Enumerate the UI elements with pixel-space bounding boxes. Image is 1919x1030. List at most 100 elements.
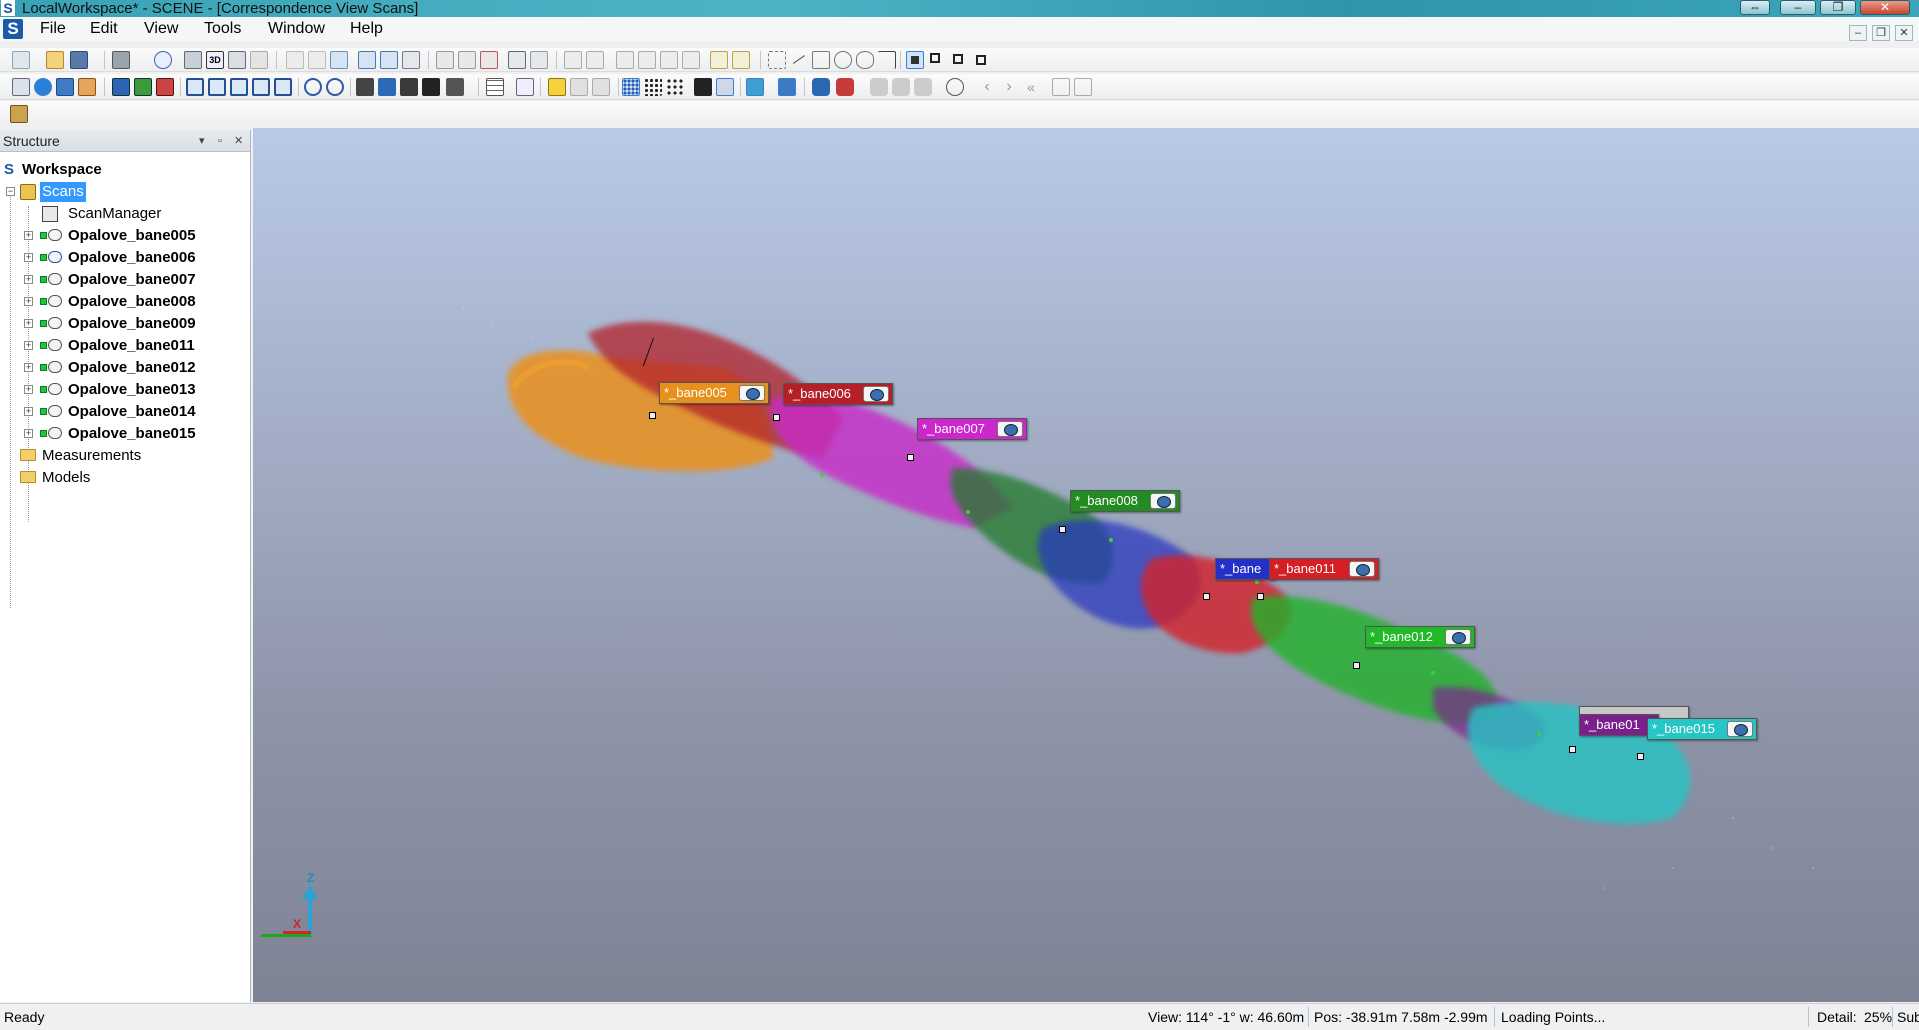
scan-tag-bane007[interactable]: *_bane007 — [917, 418, 1027, 440]
expand-toggle-icon[interactable]: + — [24, 407, 33, 416]
view-right-icon[interactable] — [252, 78, 270, 96]
eye-visibility-icon[interactable] — [863, 386, 889, 402]
share-icon[interactable] — [946, 78, 964, 96]
fullscreen-icon[interactable] — [1052, 78, 1070, 96]
tree-item-scan[interactable]: + Opalove_bane008 — [24, 292, 244, 312]
globe-view-icon[interactable] — [34, 78, 52, 96]
density-full-icon[interactable] — [622, 78, 640, 96]
tree-item-scan[interactable]: + Opalove_bane014 — [24, 402, 244, 422]
ortho-icon[interactable] — [530, 51, 548, 69]
place-scans-icon[interactable] — [436, 51, 454, 69]
scan-anchor-point[interactable] — [1353, 662, 1360, 669]
angle-icon[interactable] — [660, 51, 678, 69]
tag-icon-1[interactable] — [570, 78, 588, 96]
scan-view-icon[interactable] — [184, 51, 202, 69]
eye-visibility-icon[interactable] — [1349, 561, 1375, 577]
mdi-restore-button[interactable]: ❐ — [1872, 25, 1890, 41]
tree-item-scans[interactable]: − Scans — [6, 182, 246, 202]
scan-tag-bane015[interactable]: *_bane015 — [1647, 718, 1757, 740]
save-icon[interactable] — [70, 51, 88, 69]
panel-close-icon[interactable]: ✕ — [234, 130, 243, 152]
clipping-plane-icon[interactable] — [378, 78, 396, 96]
scan-tag-bane011[interactable]: *_bane011 — [1269, 558, 1379, 580]
3d-viewport[interactable]: *_bane005 *_bane006 *_bane007 *_bane008 … — [253, 128, 1919, 1002]
register-icon[interactable] — [458, 51, 476, 69]
network-icon[interactable] — [812, 78, 830, 96]
3d-view-icon[interactable]: 3D — [206, 51, 224, 69]
tree-item-workspace[interactable]: S Workspace — [4, 160, 244, 180]
density-half-icon[interactable] — [644, 78, 662, 96]
copy-icon[interactable] — [286, 51, 304, 69]
scan-tag-bane012[interactable]: *_bane012 — [1365, 626, 1475, 648]
polygon-select-icon[interactable] — [812, 51, 830, 69]
view-front-icon[interactable] — [186, 78, 204, 96]
grid-icon[interactable] — [486, 78, 504, 96]
scan-anchor-point[interactable] — [773, 414, 780, 421]
tree-item-scan[interactable]: + Opalove_bane015 — [24, 424, 244, 444]
point-cloud-icon[interactable] — [56, 78, 74, 96]
workspace-view-icon[interactable] — [358, 51, 376, 69]
scan-anchor-point[interactable] — [1203, 593, 1210, 600]
collapse-toggle-icon[interactable]: − — [6, 187, 15, 196]
first-icon[interactable]: « — [1022, 78, 1040, 96]
previous-icon[interactable]: ‹ — [978, 78, 996, 96]
disabled-icon-2[interactable] — [892, 78, 910, 96]
camera-path-icon[interactable] — [12, 78, 30, 96]
correspondence-view-icon[interactable] — [746, 78, 764, 96]
scan-anchor-point[interactable] — [1637, 753, 1644, 760]
select-icon[interactable] — [564, 51, 582, 69]
tree-item-scan[interactable]: + Opalove_bane012 — [24, 358, 244, 378]
target-icon[interactable] — [586, 51, 604, 69]
hand-navigate-icon[interactable] — [78, 78, 96, 96]
scan-anchor-point[interactable] — [649, 412, 656, 419]
scan-anchor-point[interactable] — [907, 454, 914, 461]
expand-toggle-icon[interactable]: + — [24, 297, 33, 306]
menu-help[interactable]: Help — [346, 17, 387, 41]
eye-visibility-icon[interactable] — [739, 385, 765, 401]
disabled-icon-1[interactable] — [870, 78, 888, 96]
cube-view-icon[interactable] — [778, 78, 796, 96]
menu-view[interactable]: View — [140, 17, 182, 41]
mdi-minimize-button[interactable]: – — [1849, 25, 1867, 41]
density-low-icon[interactable] — [666, 78, 684, 96]
help-icon[interactable] — [154, 51, 172, 69]
disabled-tool-icon[interactable] — [250, 51, 268, 69]
scan-anchor-point[interactable] — [1569, 746, 1576, 753]
tree-item-scan-manager[interactable]: ScanManager — [40, 204, 240, 224]
filter-icon[interactable] — [402, 51, 420, 69]
expand-toggle-icon[interactable]: + — [24, 429, 33, 438]
hand-pick-icon[interactable] — [616, 51, 634, 69]
expand-toggle-icon[interactable]: + — [24, 319, 33, 328]
scan-nav-icon-1[interactable] — [112, 78, 130, 96]
new-workspace-icon[interactable] — [12, 51, 30, 69]
clip-options-icon[interactable] — [422, 78, 440, 96]
disabled-icon-3[interactable] — [914, 78, 932, 96]
open-icon[interactable] — [46, 51, 64, 69]
tree-item-scan[interactable]: + Opalove_bane013 — [24, 380, 244, 400]
corner-select-icon[interactable] — [878, 51, 896, 69]
scan-nav-icon-3[interactable] — [156, 78, 174, 96]
eye-visibility-icon[interactable] — [1445, 629, 1471, 645]
list-view-icon[interactable] — [380, 51, 398, 69]
scan-tag-bane005[interactable]: *_bane005 — [659, 382, 769, 404]
menu-edit[interactable]: Edit — [86, 17, 122, 41]
paste-icon[interactable] — [308, 51, 326, 69]
ruler-icon[interactable] — [732, 51, 750, 69]
color-mode-icon[interactable] — [446, 78, 464, 96]
bounding-box-icon[interactable] — [716, 78, 734, 96]
menu-file[interactable]: File — [36, 17, 70, 41]
panel-pin-icon[interactable]: ▫ — [218, 130, 222, 152]
expand-toggle-icon[interactable]: + — [24, 275, 33, 284]
menu-tools[interactable]: Tools — [200, 17, 245, 41]
point-icon[interactable] — [682, 51, 700, 69]
maximize-button[interactable]: ❐ — [1820, 0, 1856, 15]
next-icon[interactable]: › — [1000, 78, 1018, 96]
eye-visibility-icon[interactable] — [1150, 493, 1176, 509]
collapse-icon[interactable] — [1074, 78, 1092, 96]
highlight-icon[interactable] — [548, 78, 566, 96]
expand-toggle-icon[interactable]: + — [24, 231, 33, 240]
tree-item-scan[interactable]: + Opalove_bane009 — [24, 314, 244, 334]
tree-item-measurements[interactable]: Measurements — [20, 446, 240, 466]
display-mode-icon[interactable] — [694, 78, 712, 96]
tree-item-scan[interactable]: + Opalove_bane006 — [24, 248, 244, 268]
